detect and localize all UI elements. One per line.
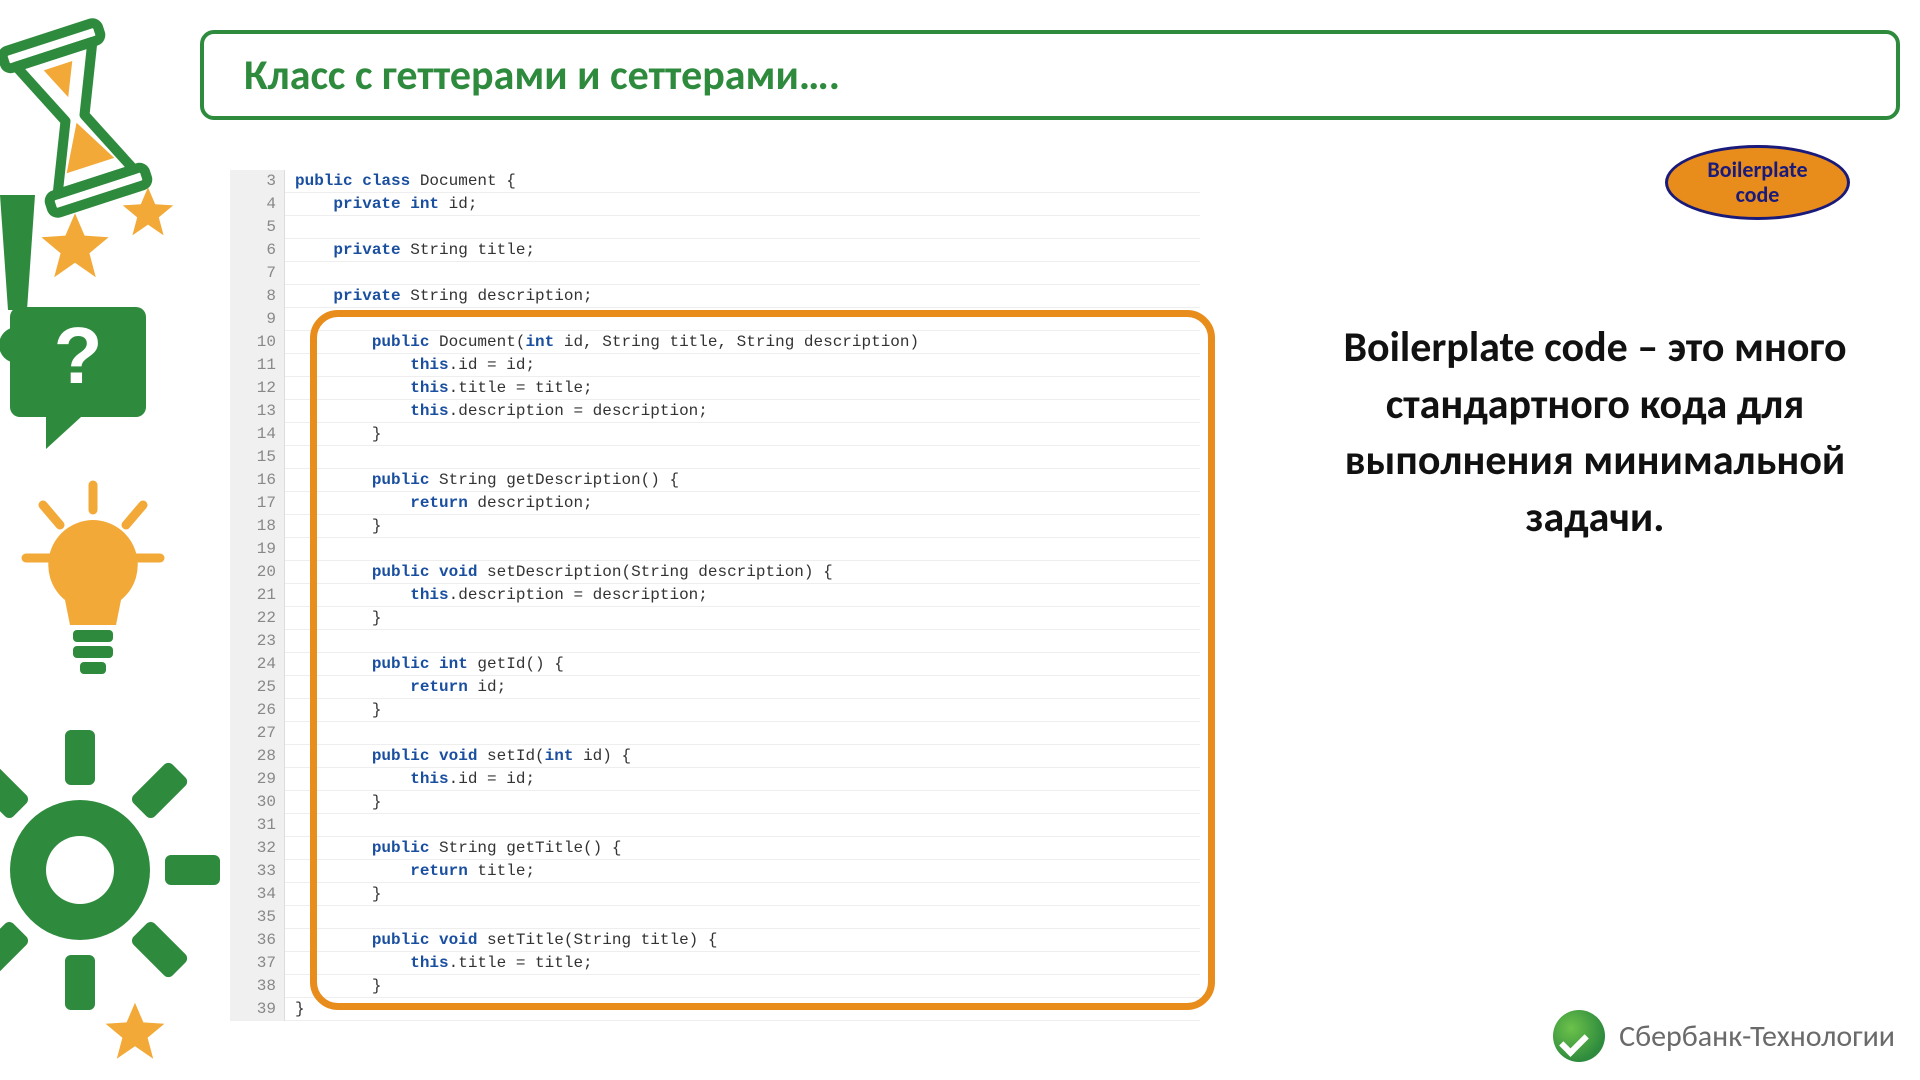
svg-text:?: ? xyxy=(54,311,103,400)
boilerplate-badge: Boilerplate code xyxy=(1665,145,1850,220)
code-block: 3456789101112131415161718192021222324252… xyxy=(230,170,1200,1021)
badge-line2: code xyxy=(1707,183,1807,207)
star-icon xyxy=(35,210,115,290)
hourglass-icon xyxy=(0,18,160,218)
code-lines: public class Document { private int id; … xyxy=(285,170,1200,1021)
star-icon xyxy=(100,1000,170,1070)
sberbank-logo-icon xyxy=(1553,1010,1605,1062)
decorative-sidebar: ? xyxy=(0,0,180,1080)
footer-brand: Сбербанк-Технологии xyxy=(1619,1018,1895,1055)
star-icon xyxy=(118,185,178,245)
lightbulb-icon xyxy=(18,480,168,700)
footer-logo: Сбербанк-Технологии xyxy=(1553,1010,1895,1062)
code-gutter: 3456789101112131415161718192021222324252… xyxy=(230,170,285,1021)
exclamation-icon xyxy=(0,195,45,365)
page-title: Класс с геттерами и сеттерами…. xyxy=(244,50,840,101)
definition-text: Boilerplate code – это много стандартног… xyxy=(1330,320,1860,547)
title-bar: Класс с геттерами и сеттерами…. xyxy=(200,30,1900,120)
gear-icon xyxy=(0,720,230,1020)
badge-line1: Boilerplate xyxy=(1707,158,1807,182)
question-bubble-icon: ? xyxy=(8,295,148,465)
